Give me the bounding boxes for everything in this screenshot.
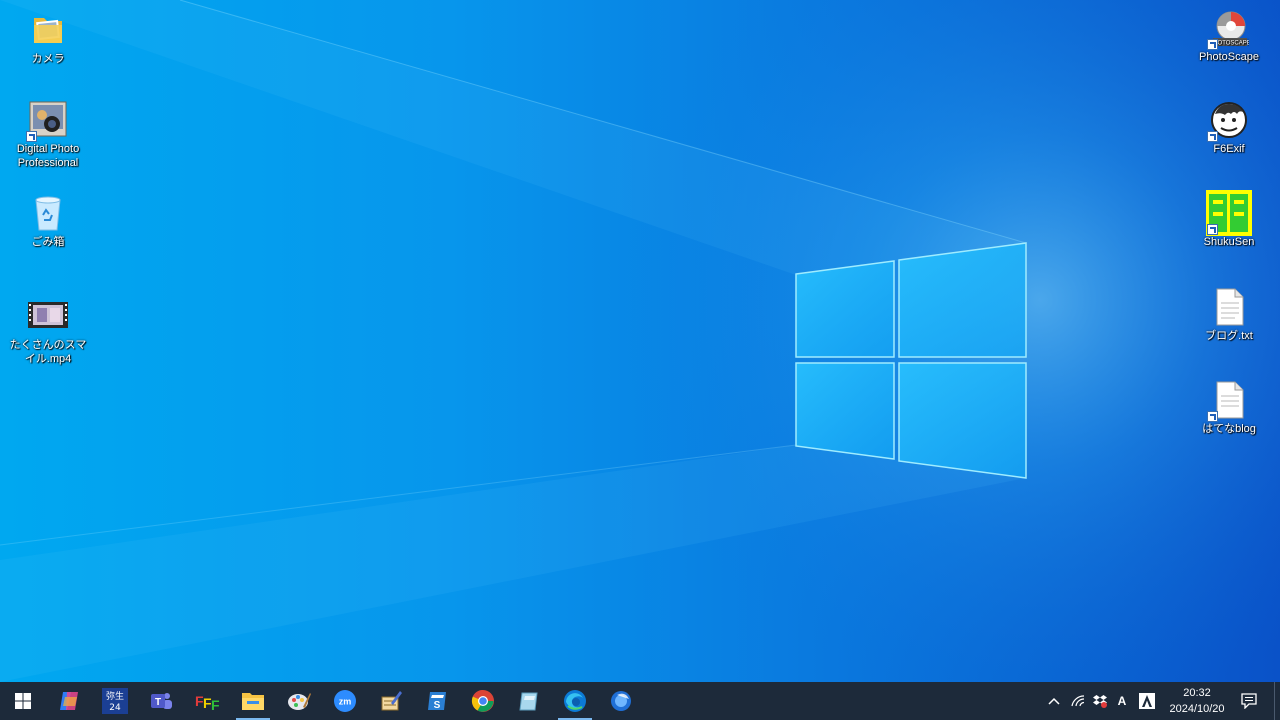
desktop-icon-hatena-blog[interactable]: はてなblog	[1186, 380, 1272, 436]
yayoi-icon: 弥生 24	[102, 688, 128, 714]
folder-icon	[28, 10, 68, 50]
desktop-icon-photoscape[interactable]: PHOTOSCAPE PhotoScape	[1186, 8, 1272, 64]
show-desktop-button[interactable]	[1274, 682, 1280, 720]
taskbar-writing-app[interactable]	[368, 682, 414, 720]
shortcut-arrow-icon	[1207, 39, 1218, 50]
video-file-icon	[28, 296, 68, 336]
clock-time: 20:32	[1183, 687, 1211, 699]
ffftp-icon: F F F	[195, 693, 220, 713]
taskbar: 弥生 24 T F F F zm S A 20:32 2024/10/20	[0, 682, 1280, 720]
chevron-up-icon	[1048, 697, 1060, 705]
text-file-icon	[1209, 287, 1249, 327]
svg-text:F: F	[211, 697, 220, 713]
icon-label: Digital Photo Professional	[16, 143, 80, 169]
desktop-icon-digital-photo-professional[interactable]: Digital Photo Professional	[5, 100, 91, 170]
paint-icon	[288, 693, 311, 710]
shortcut-arrow-icon	[1207, 131, 1218, 142]
f6exif-icon	[1207, 100, 1249, 142]
network-tray-button[interactable]	[1068, 682, 1088, 720]
adobe-icon	[1139, 693, 1155, 709]
ime-tray-button[interactable]: A	[1112, 682, 1132, 720]
svg-text:弥生: 弥生	[106, 690, 124, 702]
svg-text:T: T	[155, 697, 161, 708]
desktop-icon-video-file[interactable]: たくさんのスマイル.mp4	[5, 296, 91, 366]
start-button[interactable]	[0, 682, 46, 720]
ime-mode-indicator: A	[1117, 694, 1127, 708]
notifications-button[interactable]	[1236, 682, 1262, 720]
windows-start-icon	[15, 693, 31, 709]
taskbar-file-explorer[interactable]	[230, 682, 276, 720]
file-explorer-icon	[242, 693, 264, 710]
icon-label: たくさんのスマイル.mp4	[9, 339, 87, 365]
taskbar-edge[interactable]	[552, 682, 598, 720]
wifi-icon	[1071, 695, 1085, 707]
writing-app-icon	[381, 691, 402, 711]
recycle-bin-icon	[28, 193, 68, 233]
svg-text:24: 24	[109, 703, 121, 713]
taskbar-copilot[interactable]	[46, 682, 92, 720]
desktop-icon-blog-txt[interactable]: ブログ.txt	[1186, 287, 1272, 343]
dropbox-tray-button[interactable]	[1090, 682, 1110, 720]
taskbar-chrome[interactable]	[460, 682, 506, 720]
taskbar-paint[interactable]	[276, 682, 322, 720]
desktop-icon-camera-folder[interactable]: カメラ	[5, 10, 91, 66]
taskbar-blue-app[interactable]	[598, 682, 644, 720]
taskbar-notes-app[interactable]	[506, 682, 552, 720]
show-hidden-icons-button[interactable]	[1044, 682, 1064, 720]
digital-photo-professional-icon	[26, 100, 68, 142]
shortcut-arrow-icon	[26, 131, 37, 142]
shukusen-icon	[1206, 190, 1252, 236]
svg-text:S: S	[434, 700, 441, 711]
copilot-icon	[60, 692, 78, 710]
desktop[interactable]: カメラ Digital Photo Professional ごみ箱 たくさんの…	[0, 0, 1280, 682]
icon-label: ShukuSen	[1203, 236, 1255, 248]
desktop-icon-recycle-bin[interactable]: ごみ箱	[5, 193, 91, 249]
windows-wallpaper	[0, 0, 1280, 682]
shortcut-arrow-icon	[1207, 411, 1218, 422]
icon-label: はてなblog	[1202, 423, 1256, 435]
icon-label: ごみ箱	[31, 236, 65, 248]
adobe-tray-button[interactable]	[1136, 682, 1158, 720]
dropbox-icon	[1093, 695, 1107, 708]
desktop-icon-f6exif[interactable]: F6Exif	[1186, 100, 1272, 156]
desktop-icon-shukusen[interactable]: ShukuSen	[1186, 190, 1272, 249]
edge-icon	[564, 690, 586, 712]
text-file-shortcut-icon	[1207, 380, 1249, 422]
scan-app-icon: S	[428, 692, 446, 711]
taskbar-clock[interactable]: 20:32 2024/10/20	[1160, 682, 1234, 720]
notification-icon	[1241, 693, 1257, 709]
taskbar-ffftp[interactable]: F F F	[184, 682, 230, 720]
icon-label: カメラ	[31, 53, 65, 65]
taskbar-teams[interactable]: T	[138, 682, 184, 720]
teams-icon: T	[151, 693, 172, 709]
notes-app-icon	[519, 692, 538, 711]
icon-label: PhotoScape	[1199, 51, 1259, 63]
chrome-icon	[471, 689, 494, 712]
zoom-icon: zm	[334, 690, 356, 712]
icon-label: F6Exif	[1213, 143, 1245, 155]
photoscape-icon: PHOTOSCAPE	[1207, 8, 1251, 50]
taskbar-yayoi[interactable]: 弥生 24	[92, 682, 138, 720]
taskbar-scan-app[interactable]: S	[414, 682, 460, 720]
svg-text:zm: zm	[339, 697, 352, 707]
taskbar-zoom[interactable]: zm	[322, 682, 368, 720]
clock-date: 2024/10/20	[1169, 703, 1225, 715]
shortcut-arrow-icon	[1207, 224, 1218, 235]
blue-app-icon	[611, 691, 631, 711]
icon-label: ブログ.txt	[1205, 330, 1253, 342]
